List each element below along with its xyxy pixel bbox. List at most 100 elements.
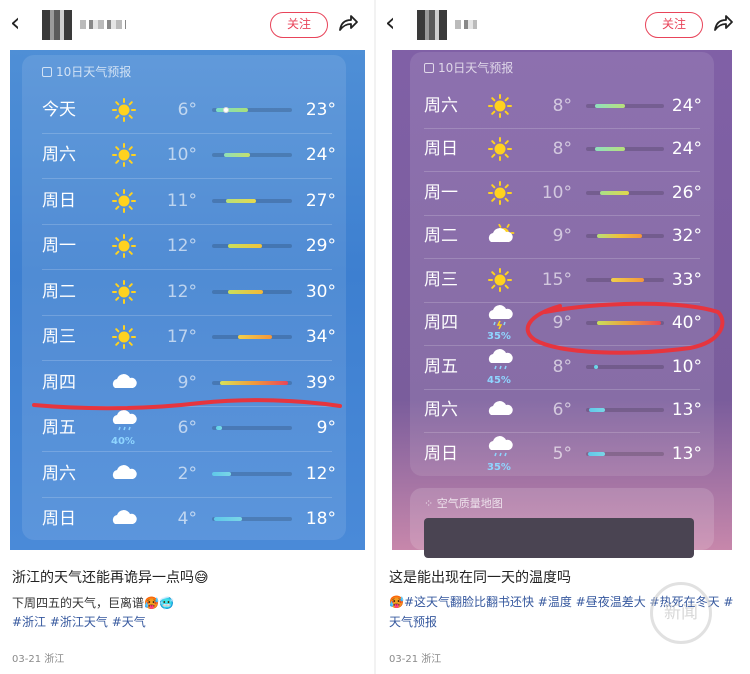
forecast-row: 周一 10° 26° <box>410 171 714 215</box>
low-temperature: 11° <box>166 190 197 211</box>
sun-icon <box>112 143 136 168</box>
low-temperature: 17° <box>166 327 197 348</box>
high-temperature: 39° <box>305 372 336 393</box>
low-temperature: 10° <box>541 182 572 203</box>
cloud-icon <box>112 373 137 388</box>
post-header: ‹ 关注 <box>0 0 375 50</box>
temperature-range-bar <box>589 408 605 413</box>
post-caption: 这是能出现在同一天的温度吗 <box>389 570 571 586</box>
high-temperature: 23° <box>305 99 336 120</box>
forecast-panel-left: 10日天气预报 今天 6° 23° 周六 10° 24° 周日 11° 27° 周一 12° 29° 周… <box>22 55 346 540</box>
temperature-range-track <box>212 471 292 476</box>
forecast-day: 周日 <box>42 509 76 530</box>
low-temperature: 10° <box>166 145 197 166</box>
high-temperature: 24° <box>671 139 702 160</box>
temperature-range-track <box>586 451 664 456</box>
sun-icon <box>488 267 512 292</box>
temperature-range-bar <box>610 277 645 282</box>
forecast-day: 今天 <box>42 99 76 120</box>
temperature-range-bar <box>600 190 629 195</box>
calendar-icon <box>42 67 52 77</box>
high-temperature: 13° <box>671 400 702 421</box>
low-temperature: 4° <box>177 509 197 530</box>
low-temperature: 15° <box>541 269 572 290</box>
low-temperature: 9° <box>552 313 572 334</box>
forecast-row: 周五 45% 8° 10° <box>410 345 714 389</box>
high-temperature: 33° <box>671 269 702 290</box>
high-temperature: 18° <box>305 509 336 530</box>
row-divider <box>42 178 332 179</box>
low-temperature: 8° <box>552 139 572 160</box>
follow-button[interactable]: 关注 <box>645 12 703 38</box>
username-blurred[interactable] <box>80 20 126 29</box>
air-quality-header: ⁘ 空气质量地图 <box>424 495 503 511</box>
post-date: 03-21 浙江 <box>12 654 65 665</box>
partly-cloudy-icon <box>488 224 515 243</box>
air-quality-map <box>424 518 694 558</box>
air-quality-icon: ⁘ <box>424 497 437 510</box>
panel-header: 10日天气预报 <box>42 64 131 80</box>
row-divider <box>424 301 700 303</box>
temperature-range-track <box>586 103 664 108</box>
row-divider <box>42 223 332 225</box>
follow-button[interactable]: 关注 <box>270 12 328 38</box>
forecast-row: 周六 2° 12° <box>22 451 346 497</box>
forecast-day: 周五 <box>424 356 458 377</box>
avatar[interactable] <box>42 10 72 40</box>
share-icon[interactable] <box>710 10 736 36</box>
post-header: ‹ 关注 <box>375 0 750 50</box>
temperature-range-track <box>212 106 292 113</box>
post-tags[interactable]: #浙江 #浙江天气 #天气 <box>12 612 352 632</box>
forecast-day: 周三 <box>424 269 458 290</box>
air-quality-title: 空气质量地图 <box>436 497 503 510</box>
temperature-range-track <box>212 335 292 340</box>
high-temperature: 27° <box>305 190 336 211</box>
username-blurred[interactable] <box>455 20 477 29</box>
low-temperature: 5° <box>552 443 572 464</box>
temperature-range-track <box>212 289 292 294</box>
forecast-day: 周一 <box>42 236 76 257</box>
forecast-row: 周四 35% 9° 40° <box>410 301 714 346</box>
forecast-row: 周六 10° 24° <box>22 132 346 179</box>
temperature-range-track <box>586 277 664 282</box>
panel-header-label: 10日天气预报 <box>56 65 132 79</box>
high-temperature: 40° <box>671 313 702 334</box>
forecast-row: 周日 35% 5° 13° <box>410 432 714 476</box>
sun-icon <box>488 137 512 162</box>
temperature-range-track <box>212 517 292 522</box>
temperature-range-bar <box>214 517 243 522</box>
row-divider <box>424 171 700 172</box>
avatar[interactable] <box>417 10 447 40</box>
high-temperature: 32° <box>671 226 702 247</box>
temperature-range-track <box>586 190 664 195</box>
forecast-row: 周一 12° 29° <box>22 223 346 270</box>
precipitation-chance: 40% <box>111 436 135 448</box>
temperature-range-bar <box>595 147 625 152</box>
forecast-day: 周三 <box>42 327 76 348</box>
sun-icon <box>112 325 136 350</box>
high-temperature: 30° <box>305 281 336 302</box>
row-divider <box>42 360 332 361</box>
row-divider <box>424 388 700 390</box>
forecast-row: 周四 9° 39° <box>22 360 346 406</box>
low-temperature: 6° <box>177 99 197 120</box>
temperature-range-track <box>212 244 292 249</box>
temperature-range-track <box>586 321 664 326</box>
forecast-day: 周六 <box>424 400 458 421</box>
temperature-range-bar <box>228 244 262 249</box>
precipitation-chance: 45% <box>487 374 511 386</box>
forecast-row: 周日 11° 27° <box>22 178 346 224</box>
temperature-range-bar <box>238 335 272 340</box>
back-icon[interactable]: ‹ <box>385 8 395 38</box>
sun-icon <box>112 97 136 122</box>
forecast-row: 周二 9° 32° <box>410 214 714 259</box>
row-divider <box>42 132 332 134</box>
watermark: 新闻 <box>650 582 712 644</box>
share-icon[interactable] <box>335 10 361 36</box>
post-date: 03-21 浙江 <box>389 654 442 665</box>
back-icon[interactable]: ‹ <box>10 8 20 38</box>
temperature-range-bar <box>216 426 222 431</box>
high-temperature: 24° <box>671 95 702 116</box>
row-divider <box>424 432 700 433</box>
forecast-row: 周二 12° 30° <box>22 269 346 315</box>
